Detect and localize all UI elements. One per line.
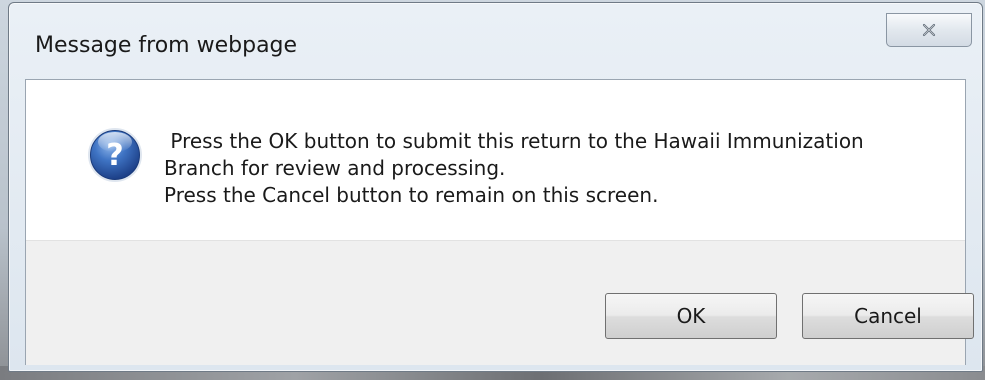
dialog-titlebar[interactable]: Message from webpage: [9, 3, 982, 81]
button-bar: OK Cancel: [26, 240, 974, 365]
message-area: ? Press the OK button to submit this ret…: [26, 80, 965, 240]
close-icon: [922, 23, 936, 37]
ok-button[interactable]: OK: [605, 293, 777, 339]
message-line-1: Press the OK button to submit this retur…: [164, 129, 864, 153]
dialog-title: Message from webpage: [35, 33, 298, 58]
svg-text:?: ?: [106, 138, 123, 173]
close-button[interactable]: [886, 13, 972, 47]
message-line-3: Press the Cancel button to remain on thi…: [164, 183, 659, 207]
message-text: Press the OK button to submit this retur…: [164, 128, 944, 209]
cancel-button[interactable]: Cancel: [802, 293, 974, 339]
dialog-client-area: ? Press the OK button to submit this ret…: [25, 79, 974, 365]
message-dialog: Message from webpage ? Press the OK butt…: [8, 2, 983, 372]
question-icon: ?: [88, 128, 142, 182]
message-line-2: Branch for review and processing.: [164, 156, 506, 180]
